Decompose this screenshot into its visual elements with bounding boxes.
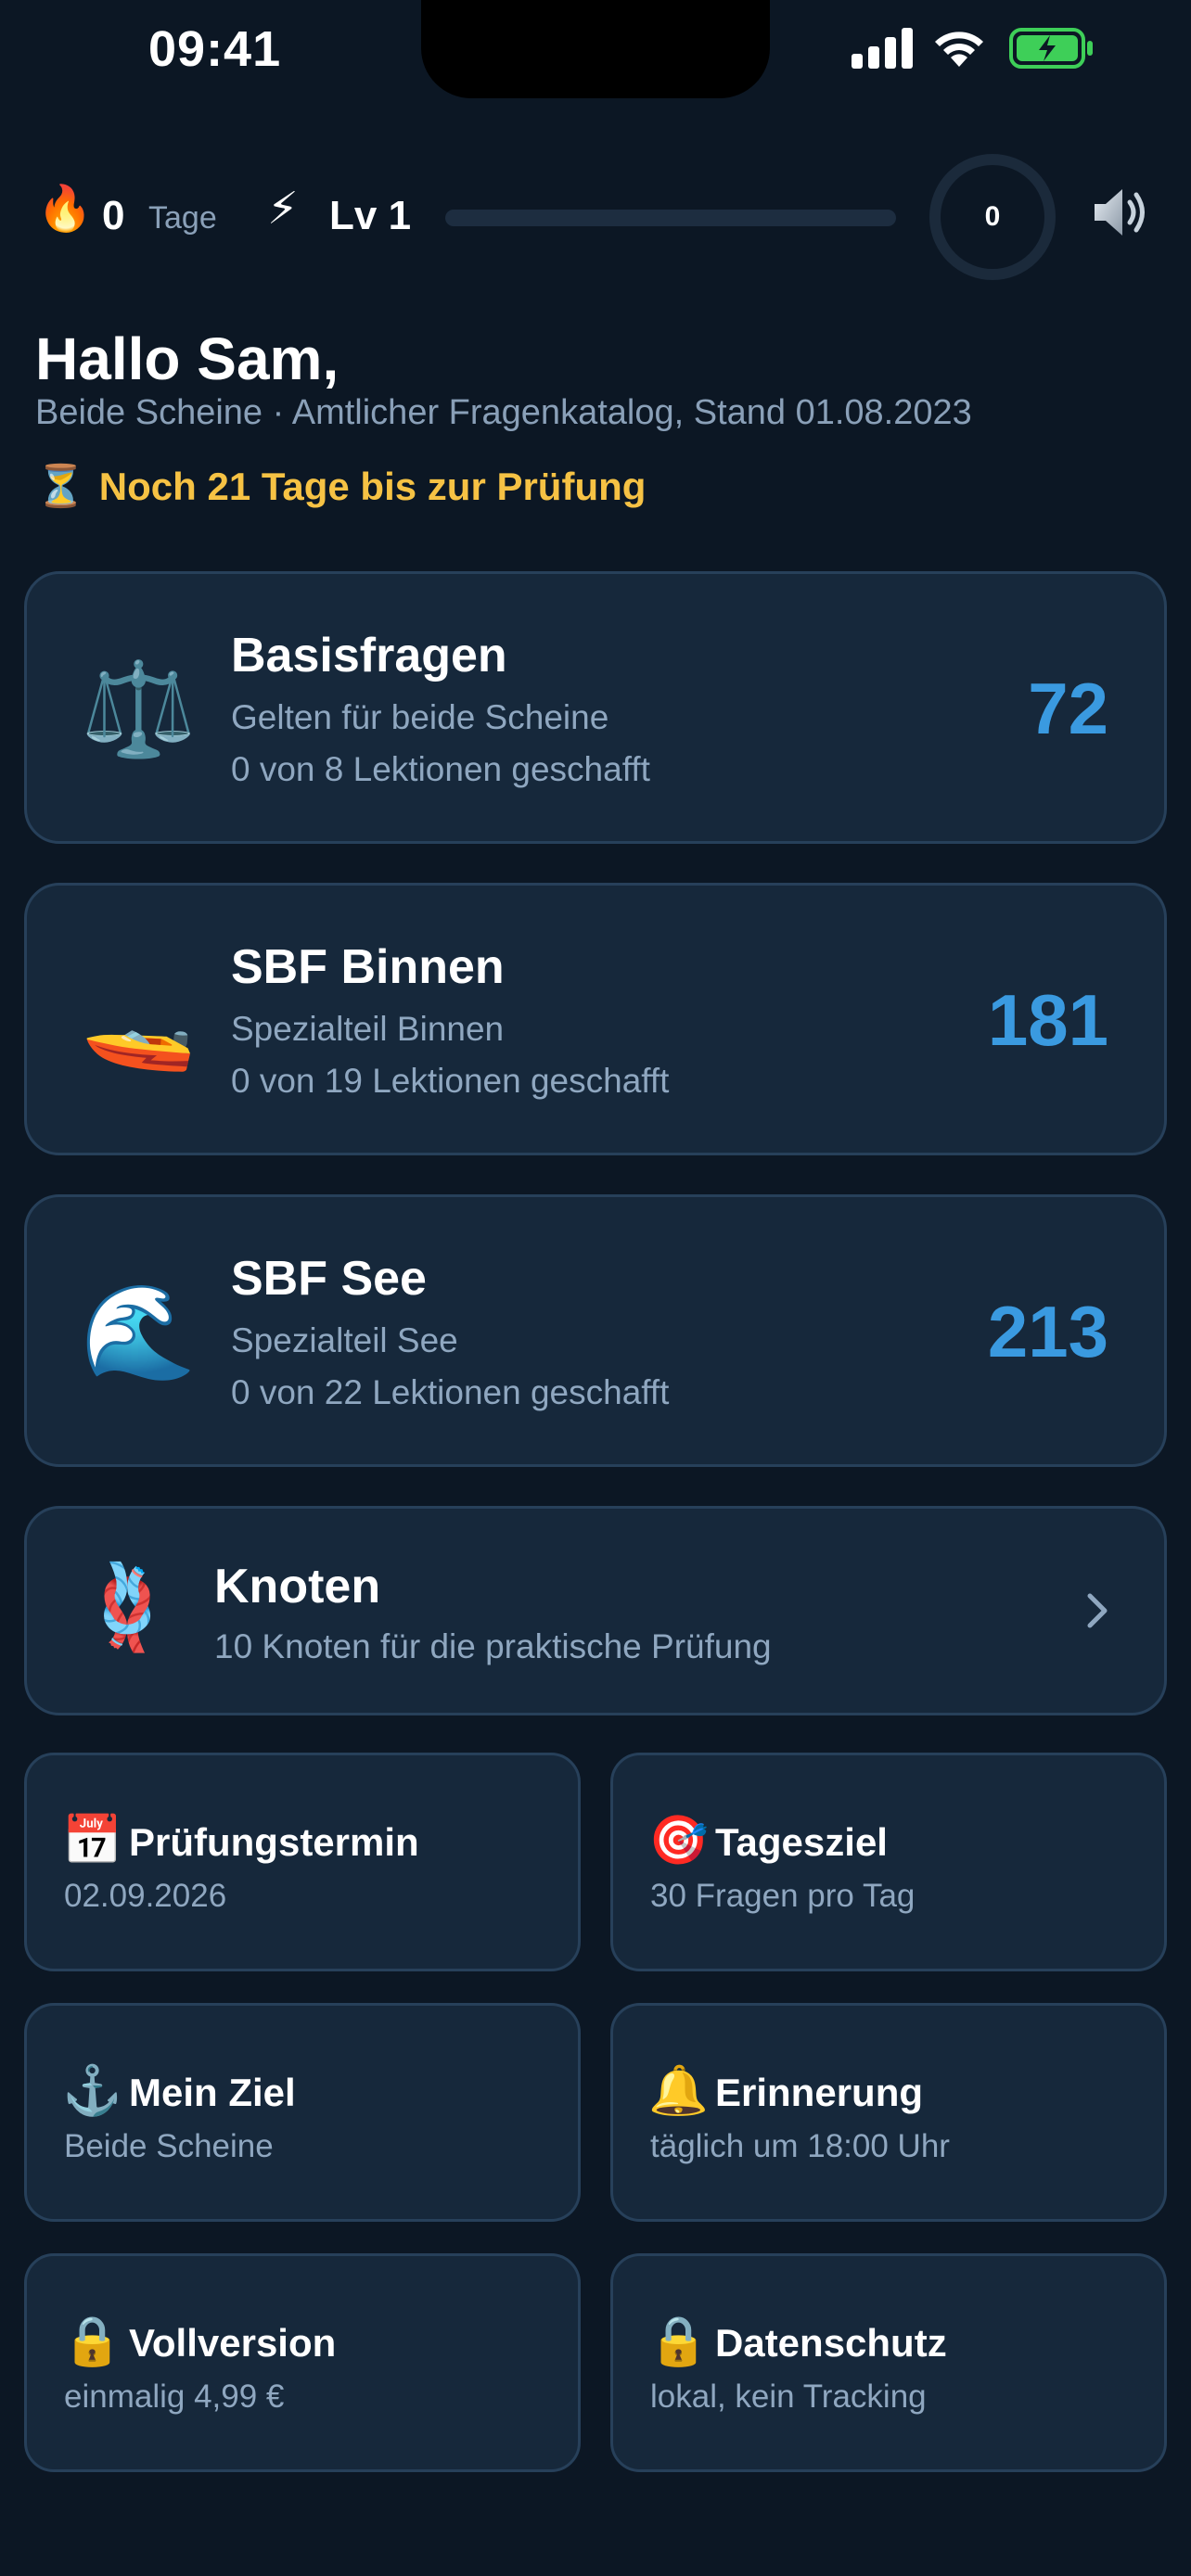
tile-title: Tagesziel — [715, 1820, 888, 1864]
daily-goal-ring-value: 0 — [984, 201, 1001, 232]
lock-icon: 🔒 — [62, 2315, 122, 2368]
streak-count: 0 — [102, 193, 125, 238]
tile-title: Mein Ziel — [129, 2071, 296, 2114]
tile-reminder[interactable]: 🔔 Erinnerung täglich um 18:00 Uhr — [610, 2003, 1167, 2222]
topic-title: SBF See — [231, 1252, 427, 1306]
topic-description: Spezialteil See — [231, 1321, 458, 1359]
tile-value: 02.09.2026 — [64, 1878, 227, 1914]
topic-progress: 0 von 22 Lektionen geschafft — [231, 1373, 670, 1411]
level-label: Lv 1 — [329, 193, 412, 238]
daily-goal-ring[interactable]: 0 — [929, 154, 1056, 280]
bell-icon: 🔔 — [648, 2064, 709, 2118]
topic-description: Spezialteil Binnen — [231, 1010, 505, 1048]
lightning-icon: ⚡ — [267, 185, 299, 234]
scales-icon: ⚖️ — [81, 657, 197, 761]
exam-countdown-text: Noch 21 Tage bis zur Prüfung — [98, 465, 647, 508]
dynamic-island — [421, 0, 770, 98]
progress-header: 🔥 0 Tage ⚡ Lv 1 0 — [0, 139, 1191, 297]
topic-card-sbf-see[interactable]: 🌊 SBF See Spezialteil See 0 von 22 Lekti… — [24, 1194, 1167, 1467]
wave-icon: 🌊 — [81, 1281, 197, 1384]
tile-value: täglich um 18:00 Uhr — [650, 2128, 950, 2164]
tile-value: Beide Scheine — [64, 2128, 274, 2164]
tile-value: 30 Fragen pro Tag — [650, 1878, 916, 1914]
knots-subtitle: 10 Knoten für die praktische Prüfung — [214, 1627, 772, 1665]
speaker-icon[interactable] — [1087, 180, 1152, 245]
status-time: 09:41 — [148, 21, 282, 77]
tile-title: Datenschutz — [715, 2321, 947, 2365]
speedboat-icon: 🚤 — [81, 969, 197, 1073]
signal-icon — [852, 28, 913, 69]
topic-progress: 0 von 8 Lektionen geschafft — [231, 750, 650, 788]
topic-question-count: 181 — [987, 979, 1108, 1061]
tile-title: Erinnerung — [715, 2071, 924, 2114]
fire-icon: 🔥 — [37, 185, 93, 234]
greeting-title: Hallo Sam, — [35, 325, 339, 392]
tile-full-version[interactable]: 🔒 Vollversion einmalig 4,99 € — [24, 2253, 581, 2472]
streak-unit: Tage — [148, 200, 217, 236]
knot-icon: 🪢 — [75, 1562, 180, 1654]
topic-description: Gelten für beide Scheine — [231, 698, 609, 736]
topic-card-basisfragen[interactable]: ⚖️ Basisfragen Gelten für beide Scheine … — [24, 571, 1167, 844]
battery-charging-icon — [1009, 28, 1093, 69]
topic-title: SBF Binnen — [231, 940, 505, 994]
tile-privacy[interactable]: 🔒 Datenschutz lokal, kein Tracking — [610, 2253, 1167, 2472]
tile-value: lokal, kein Tracking — [650, 2378, 927, 2415]
hourglass-icon: ⏳ — [35, 464, 86, 509]
target-icon: 🎯 — [648, 1814, 709, 1868]
anchor-icon: ⚓️ — [62, 2064, 122, 2118]
tile-exam-date[interactable]: 📅 Prüfungstermin 02.09.2026 — [24, 1753, 581, 1971]
knots-card[interactable]: 🪢 Knoten 10 Knoten für die praktische Pr… — [24, 1506, 1167, 1715]
xp-progress-bar — [445, 210, 896, 226]
tile-daily-goal[interactable]: 🎯 Tagesziel 30 Fragen pro Tag — [610, 1753, 1167, 1971]
chevron-right-icon — [1087, 1593, 1108, 1628]
exam-countdown: ⏳ Noch 21 Tage bis zur Prüfung — [35, 462, 646, 510]
tile-value: einmalig 4,99 € — [64, 2378, 285, 2415]
catalog-subtitle: Beide Scheine · Amtlicher Fragenkatalog,… — [35, 393, 972, 432]
status-bar: 09:41 — [0, 0, 1191, 102]
lock-icon: 🔒 — [648, 2315, 709, 2368]
topic-progress: 0 von 19 Lektionen geschafft — [231, 1062, 670, 1100]
calendar-icon: 📅 — [62, 1814, 122, 1868]
topic-question-count: 72 — [1028, 668, 1108, 749]
wifi-icon — [935, 32, 983, 67]
knots-title: Knoten — [214, 1560, 381, 1613]
topic-card-sbf-binnen[interactable]: 🚤 SBF Binnen Spezialteil Binnen 0 von 19… — [24, 883, 1167, 1155]
tile-my-goal[interactable]: ⚓️ Mein Ziel Beide Scheine — [24, 2003, 581, 2222]
topic-question-count: 213 — [987, 1291, 1108, 1372]
tile-title: Prüfungstermin — [129, 1820, 419, 1864]
topic-title: Basisfragen — [231, 629, 507, 682]
tile-title: Vollversion — [129, 2321, 337, 2365]
